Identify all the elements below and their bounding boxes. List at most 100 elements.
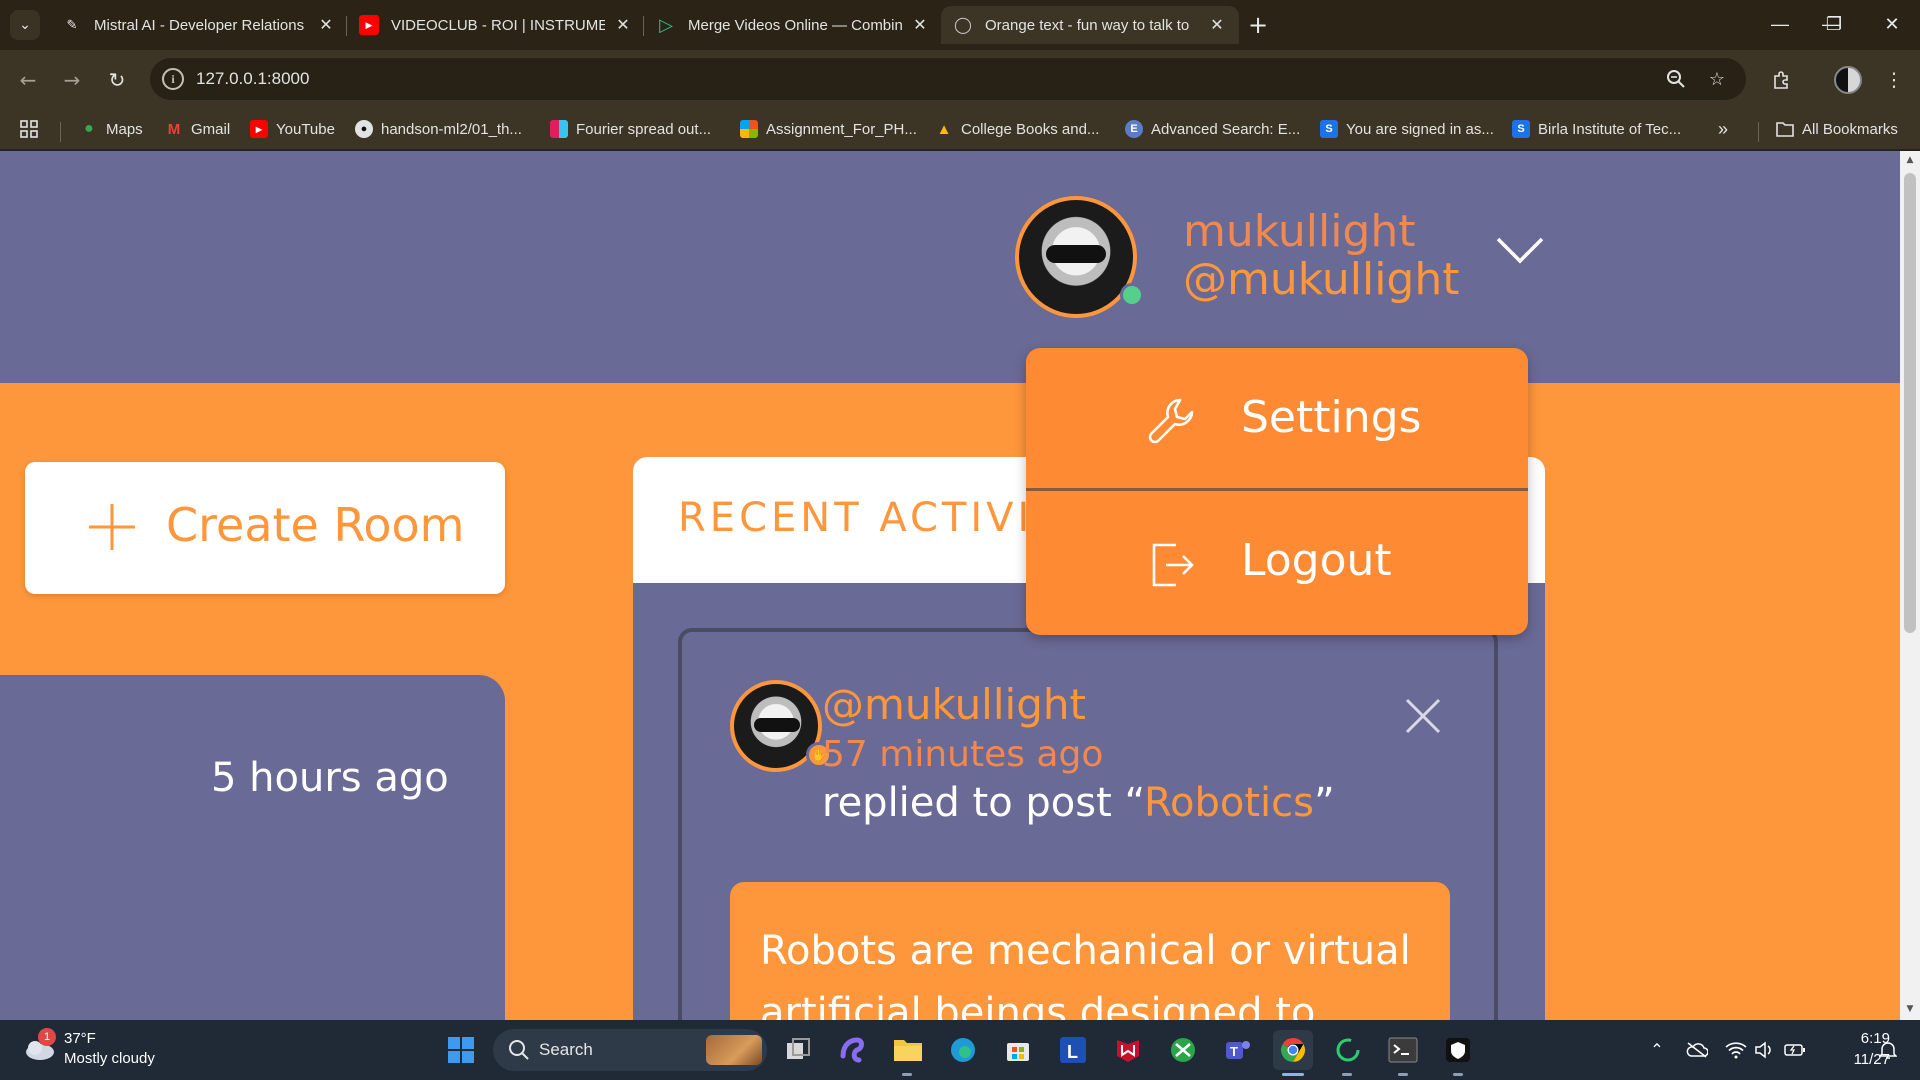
url-text[interactable]: 127.0.0.1:8000 bbox=[196, 69, 309, 89]
onedrive-icon[interactable] bbox=[1685, 1038, 1709, 1062]
drive-icon: ▲ bbox=[936, 120, 952, 138]
e-icon: E bbox=[1125, 120, 1143, 138]
shield-app-icon[interactable] bbox=[1438, 1030, 1478, 1070]
activity-action-text: replied to post “ bbox=[822, 780, 1144, 826]
logout-menu-item[interactable]: Logout bbox=[1026, 491, 1528, 631]
tab-title: VIDEOCLUB - ROI | INSTRUMENTAL bbox=[391, 16, 605, 34]
search-label: Search bbox=[539, 1040, 593, 1059]
post-excerpt[interactable]: Robots are mechanical or virtual artific… bbox=[730, 882, 1450, 1020]
weather-temperature[interactable]: 37°F bbox=[64, 1030, 96, 1047]
store-icon[interactable] bbox=[998, 1030, 1038, 1070]
svg-text:L: L bbox=[1067, 1042, 1078, 1062]
settings-menu-item[interactable]: Settings bbox=[1026, 348, 1528, 488]
slack-icon bbox=[550, 120, 568, 138]
weather-alert-badge: 1 bbox=[38, 1028, 56, 1046]
user-dropdown-menu: Settings Logout bbox=[1026, 348, 1528, 635]
bookmark-college-books[interactable]: ▲ College Books and... bbox=[935, 118, 1100, 140]
tab-mistral[interactable]: ✎ Mistral AI - Developer Relations ✕ bbox=[50, 6, 348, 44]
minimize-icon[interactable]: — bbox=[1752, 6, 1808, 42]
site-info-icon[interactable]: i bbox=[162, 68, 184, 90]
search-icon bbox=[509, 1040, 529, 1060]
tab-title: Mistral AI - Developer Relations bbox=[94, 16, 305, 34]
wifi-icon[interactable] bbox=[1724, 1038, 1748, 1062]
bookmark-separator bbox=[60, 122, 61, 142]
bookmark-label: All Bookmarks bbox=[1802, 120, 1898, 138]
forward-arrow-icon[interactable]: → bbox=[56, 64, 88, 96]
bookmark-label: Gmail bbox=[191, 120, 231, 138]
tab-videoclub[interactable]: ▶ VIDEOCLUB - ROI | INSTRUMENTAL ✕ bbox=[347, 6, 645, 44]
back-arrow-icon[interactable]: ← bbox=[12, 64, 44, 96]
github-icon: ● bbox=[355, 120, 373, 138]
scroll-down-icon[interactable]: ▼ bbox=[1904, 1004, 1916, 1016]
bookmark-assignment[interactable]: Assignment_For_PH... bbox=[740, 118, 917, 140]
post-title-link[interactable]: Robotics bbox=[1144, 780, 1314, 826]
bookmark-separator bbox=[1758, 122, 1759, 142]
terminal-icon[interactable] bbox=[1383, 1030, 1423, 1070]
copilot-icon[interactable] bbox=[833, 1030, 873, 1070]
address-bar[interactable]: i 127.0.0.1:8000 ☆ bbox=[150, 58, 1746, 100]
more-bookmarks-icon[interactable]: » bbox=[1718, 118, 1728, 140]
mistral-icon: ✎ bbox=[66, 17, 78, 32]
close-icon[interactable] bbox=[1403, 696, 1443, 736]
gmail-icon: M bbox=[167, 120, 181, 138]
windows-start-icon[interactable] bbox=[441, 1030, 481, 1070]
restore-icon[interactable]: ❐ bbox=[1806, 6, 1862, 42]
bookmark-fourier[interactable]: Fourier spread out... bbox=[550, 118, 711, 140]
tab-search-button[interactable]: ⌄ bbox=[10, 10, 40, 40]
vertical-scrollbar[interactable]: ▲ ▼ bbox=[1900, 151, 1920, 1020]
bookmark-youtube[interactable]: ▶ YouTube bbox=[250, 118, 335, 140]
apps-grid-icon[interactable] bbox=[20, 118, 38, 140]
new-tab-button[interactable]: + bbox=[1243, 10, 1273, 40]
logout-icon bbox=[1152, 543, 1194, 587]
all-bookmarks[interactable]: All Bookmarks bbox=[1776, 118, 1898, 140]
create-room-button[interactable]: Create Room bbox=[25, 462, 505, 594]
tab-merge-videos[interactable]: ▷ Merge Videos Online — Combine ✕ bbox=[644, 6, 942, 44]
taskbar-search[interactable]: Search bbox=[493, 1029, 767, 1071]
close-icon[interactable]: ✕ bbox=[316, 15, 336, 35]
scrollbar-thumb[interactable] bbox=[1904, 173, 1916, 633]
chevron-down-icon[interactable] bbox=[1496, 233, 1544, 269]
close-icon[interactable]: ✕ bbox=[613, 15, 633, 35]
notifications-bell-icon[interactable] bbox=[1876, 1038, 1900, 1062]
battery-icon[interactable] bbox=[1783, 1038, 1807, 1062]
bookmark-star-icon[interactable]: ☆ bbox=[1705, 67, 1729, 91]
activity-user-handle[interactable]: @mukullight bbox=[822, 680, 1086, 729]
weather-description[interactable]: Mostly cloudy bbox=[64, 1050, 155, 1067]
extensions-icon[interactable] bbox=[1766, 64, 1798, 96]
bookmark-birla[interactable]: S Birla Institute of Tec... bbox=[1512, 118, 1681, 140]
avatar[interactable] bbox=[1015, 196, 1137, 318]
edge-icon[interactable] bbox=[943, 1030, 983, 1070]
xbox-icon[interactable] bbox=[1163, 1030, 1203, 1070]
loading-app-icon[interactable] bbox=[1328, 1030, 1368, 1070]
tab-title: Orange text - fun way to talk to bbox=[985, 16, 1190, 34]
tab-orange-text[interactable]: ◯ Orange text - fun way to talk to ✕ bbox=[941, 6, 1239, 44]
more-menu-icon[interactable]: ⋮ bbox=[1878, 64, 1910, 96]
windows-taskbar: 1 37°F Mostly cloudy Search L T ⌃ 6:19 1… bbox=[0, 1020, 1920, 1080]
close-icon[interactable]: ✕ bbox=[910, 15, 930, 35]
page-viewport: mukullight @mukullight Create Room 5 hou… bbox=[0, 151, 1920, 1020]
scroll-up-icon[interactable]: ▲ bbox=[1904, 155, 1916, 167]
profile-avatar-icon[interactable] bbox=[1834, 66, 1862, 94]
file-explorer-icon[interactable] bbox=[888, 1030, 928, 1070]
header-handle[interactable]: @mukullight bbox=[1183, 254, 1460, 305]
show-hidden-icons-chevron-icon[interactable]: ⌃ bbox=[1645, 1038, 1669, 1062]
bookmark-github[interactable]: ● handson-ml2/01_th... bbox=[355, 118, 522, 140]
bookmark-signed-in[interactable]: S You are signed in as... bbox=[1320, 118, 1494, 140]
timestamp: 5 hours ago bbox=[211, 755, 449, 801]
chrome-icon[interactable] bbox=[1273, 1030, 1313, 1070]
teams-icon[interactable]: T bbox=[1218, 1030, 1258, 1070]
reload-icon[interactable]: ↻ bbox=[101, 64, 133, 96]
zoom-icon[interactable] bbox=[1664, 67, 1688, 91]
volume-icon[interactable] bbox=[1752, 1038, 1776, 1062]
tab-strip: ⌄ ✎ Mistral AI - Developer Relations ✕ ▶… bbox=[0, 0, 1920, 50]
l-app-icon[interactable]: L bbox=[1053, 1030, 1093, 1070]
mcafee-icon[interactable] bbox=[1108, 1030, 1148, 1070]
activity-action-suffix: ” bbox=[1313, 780, 1335, 826]
bookmark-gmail[interactable]: M Gmail bbox=[165, 118, 230, 140]
bookmark-maps[interactable]: ● Maps bbox=[80, 118, 143, 140]
task-view-icon[interactable] bbox=[778, 1030, 818, 1070]
close-icon[interactable]: ✕ bbox=[1207, 15, 1227, 35]
header-username[interactable]: mukullight bbox=[1183, 206, 1416, 257]
bookmark-advanced-search[interactable]: E Advanced Search: E... bbox=[1125, 118, 1300, 140]
close-window-icon[interactable]: ✕ bbox=[1864, 6, 1920, 42]
